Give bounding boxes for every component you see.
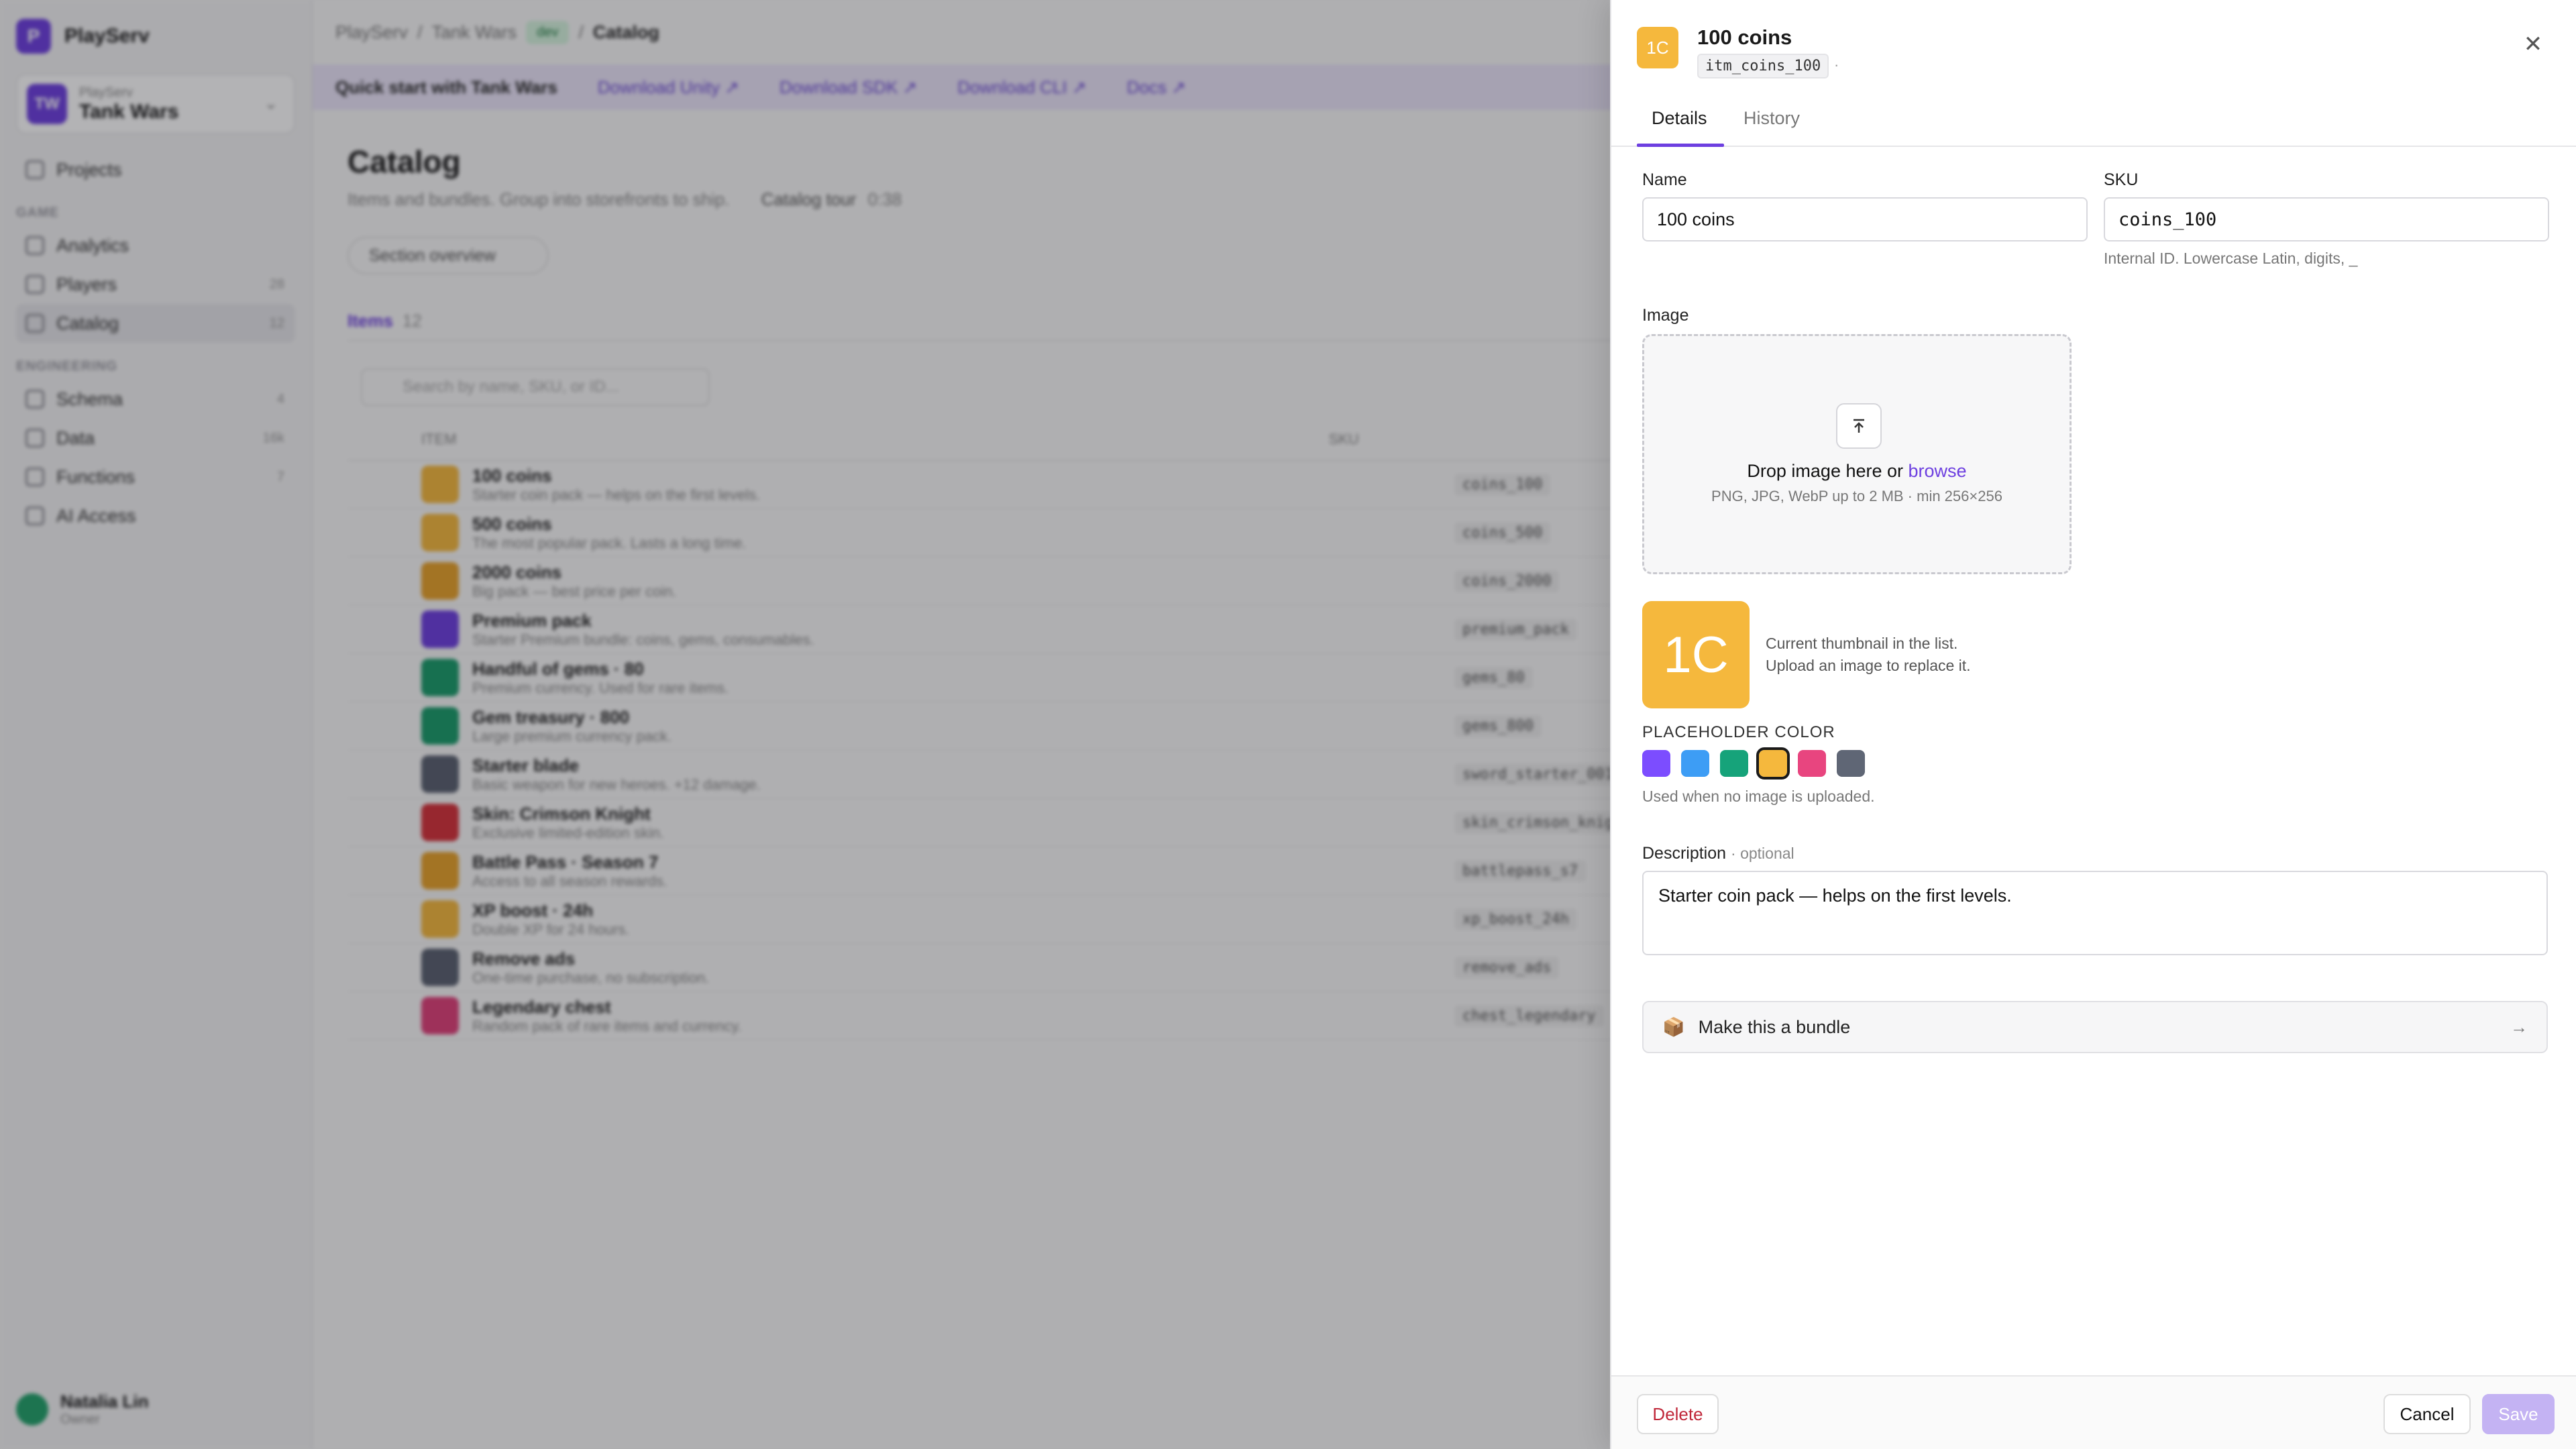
browse-link[interactable]: browse [1909,461,1967,481]
upload-icon [1836,403,1882,449]
drawer-title: 100 coins [1697,25,1792,49]
make-bundle-button[interactable]: 📦 Make this a bundle → [1642,1001,2548,1053]
color-swatch[interactable] [1798,750,1826,777]
item-drawer: 1C 100 coins itm_coins_100 · ✕ Details H… [1610,0,2576,1449]
save-button[interactable]: Save [2482,1394,2555,1434]
color-swatch[interactable] [1837,750,1865,777]
description-optional: · optional [1731,845,1794,862]
placeholder-hint: Used when no image is uploaded. [1642,788,1875,805]
item-id-badge[interactable]: itm_coins_100 [1697,54,1829,78]
drawer-tabs: Details History [1611,96,2576,147]
active-tab-indicator [1637,144,1724,147]
item-thumbnail: 1C [1637,27,1678,68]
description-field[interactable]: Starter coin pack — helps on the first l… [1642,871,2548,955]
delete-button[interactable]: Delete [1637,1394,1719,1434]
arrow-right-icon: → [2510,1017,2528,1037]
description-label: Description · optional [1642,844,1794,863]
thumbnail-note-1: Current thumbnail in the list. [1766,635,1958,652]
bundle-label: Make this a bundle [1698,1016,1851,1037]
color-swatch[interactable] [1756,747,1790,780]
placeholder-color-label: PLACEHOLDER COLOR [1642,723,1835,741]
description-label-text: Description [1642,844,1727,863]
current-thumbnail: 1C [1642,601,1750,708]
dropzone-label: Drop image here or [1747,461,1909,481]
dropzone-hint: PNG, JPG, WebP up to 2 MB · min 256×256 [1711,488,2002,504]
image-label: Image [1642,306,1689,325]
color-swatch[interactable] [1642,750,1670,777]
box-icon: 📦 [1662,1017,1685,1037]
drawer-header: 1C 100 coins itm_coins_100 · ✕ [1611,0,2576,96]
image-dropzone[interactable]: Drop image here or browse PNG, JPG, WebP… [1642,334,2072,574]
id-separator: · [1834,56,1839,73]
sku-label: SKU [2104,170,2139,189]
drawer-footer: Delete Cancel Save [1611,1375,2576,1449]
close-icon[interactable]: ✕ [2520,31,2546,58]
dropzone-text: Drop image here or browse [1644,461,2070,482]
thumbnail-note-2: Upload an image to replace it. [1766,657,1971,674]
color-swatch[interactable] [1720,750,1748,777]
cancel-button[interactable]: Cancel [2383,1394,2471,1434]
tab-history[interactable]: History [1743,108,1800,129]
placeholder-color-swatches [1642,747,1865,780]
modal-overlay[interactable] [0,0,1610,1449]
sku-hint: Internal ID. Lowercase Latin, digits, _ [2104,250,2358,267]
name-field[interactable]: 100 coins [1642,197,2088,241]
tab-details[interactable]: Details [1652,108,1707,129]
name-label: Name [1642,170,1687,189]
sku-field[interactable]: coins_100 [2104,197,2549,241]
color-swatch[interactable] [1681,750,1709,777]
